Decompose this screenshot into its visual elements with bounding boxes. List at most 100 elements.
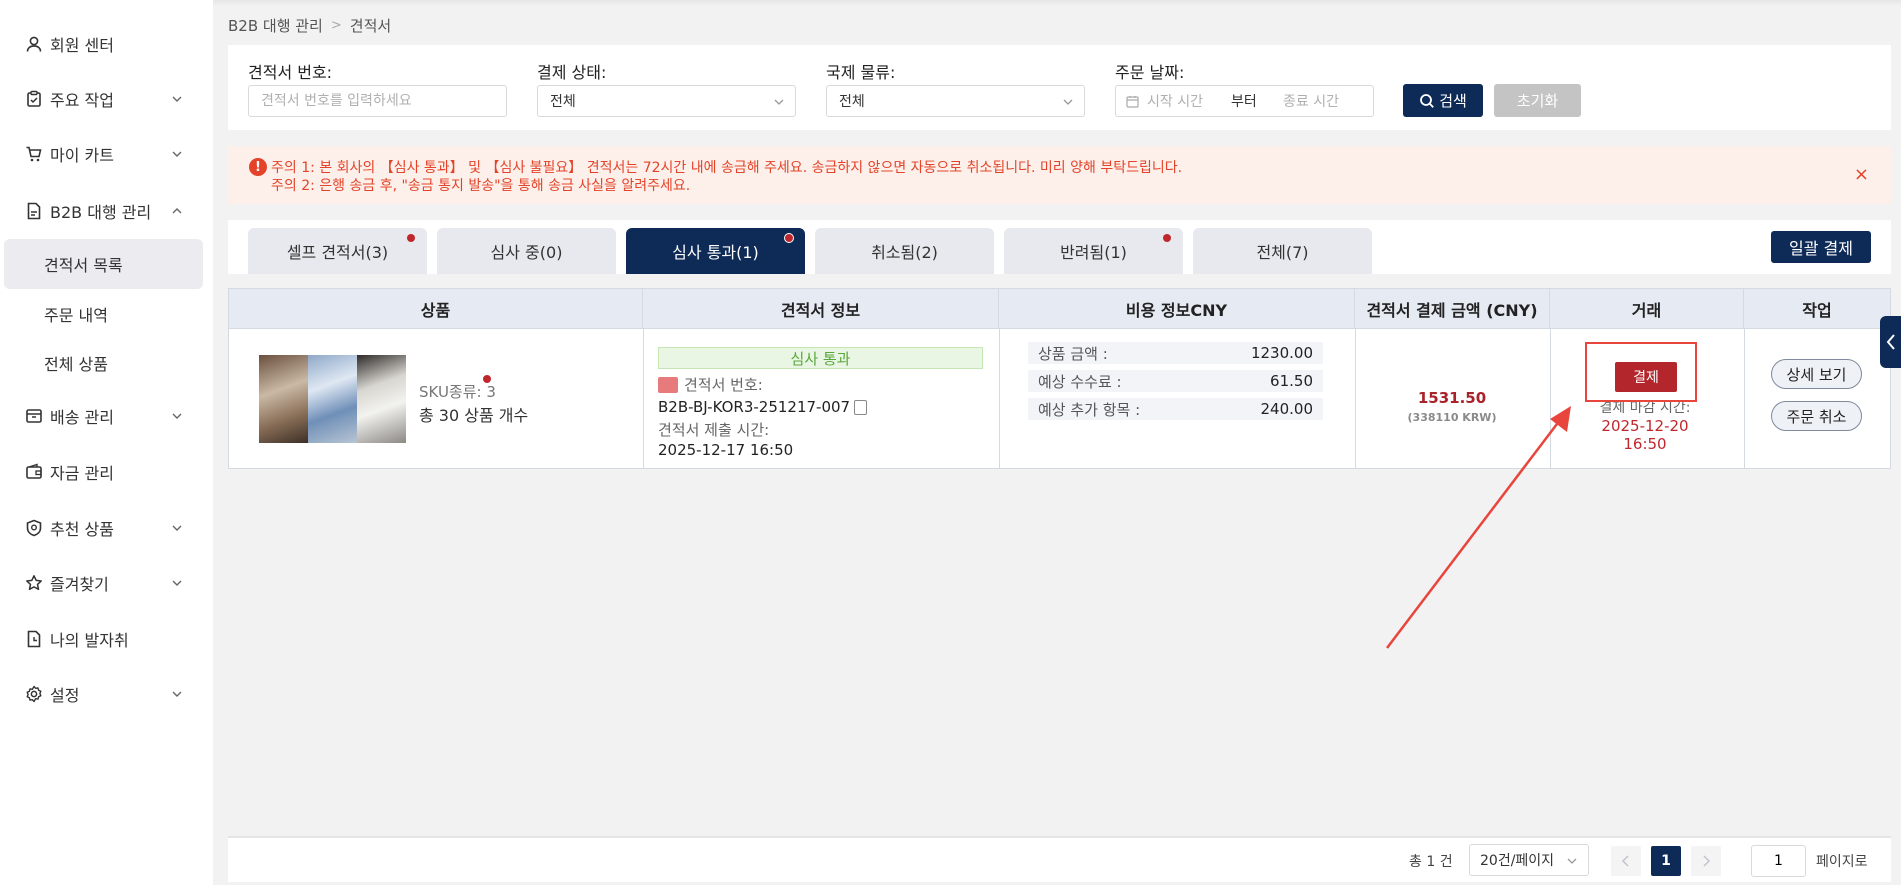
breadcrumb-parent[interactable]: B2B 대행 관리 [228, 15, 323, 36]
date-end-input[interactable]: 종료 시간 [1283, 91, 1339, 111]
next-page-button[interactable] [1691, 846, 1721, 876]
notice-line-2: 주의 2: 은행 송금 후, "송금 통지 발송"을 통해 송금 사실을 알려주… [271, 178, 691, 194]
page-size-select[interactable]: 20건/페이지 [1469, 844, 1589, 876]
chevron-down-icon [170, 92, 184, 106]
tab-all[interactable]: 전체(7) [1193, 228, 1372, 274]
chevron-down-icon [170, 576, 184, 590]
page-1-button[interactable]: 1 [1651, 846, 1681, 876]
tab-self-quote[interactable]: 셀프 견적서(3) [248, 228, 427, 274]
sidebar-item-funds[interactable]: 자금 관리 [0, 447, 213, 497]
page-jump-input[interactable] [1751, 845, 1806, 877]
sidebar-item-recommended[interactable]: 추천 상품 [0, 503, 213, 553]
sidebar-item-my-cart[interactable]: 마이 카트 [0, 129, 213, 179]
page-jump-label: 페이지로 [1816, 854, 1868, 870]
sku-count: SKU종류: 3 [419, 375, 496, 402]
batch-pay-button[interactable]: 일괄 결제 [1771, 231, 1871, 263]
top-shadow [213, 0, 1901, 6]
sidebar: 회원 센터 주요 작업 마이 카트 B2B 대행 관리 견적서 목록 주문 내역… [0, 0, 213, 885]
date-range-picker[interactable]: 시작 시간 부터 종료 시간 [1115, 85, 1374, 117]
payment-amount-krw: (338110 KRW) [1407, 411, 1497, 424]
chevron-down-icon [1566, 855, 1578, 867]
payment-deadline: 2025-12-20 16:50 [1601, 417, 1689, 453]
badge-icon [24, 518, 44, 538]
order-date-label: 주문 날짜: [1115, 63, 1185, 82]
panel-toggle-handle[interactable] [1880, 316, 1901, 368]
chevron-up-icon [170, 204, 184, 218]
notice-line-1: 주의 1: 본 회사의 【심사 통과】 및 【심사 불필요】 견적서는 72시간… [271, 160, 1183, 176]
chevron-down-icon [170, 409, 184, 423]
sidebar-item-main-tasks[interactable]: 주요 작업 [0, 74, 213, 124]
table-header: 상품 견적서 정보 비용 정보CNY 견적서 결제 금액 (CNY) 거래 작업 [229, 289, 1890, 329]
product-thumbnails[interactable] [259, 355, 406, 443]
chevron-down-icon [1062, 96, 1074, 108]
cart-icon [24, 144, 44, 164]
breadcrumb: B2B 대행 관리 > 견적서 [228, 15, 391, 36]
sidebar-subitem-quote-list[interactable]: 견적서 목록 [4, 239, 203, 289]
tab-under-review[interactable]: 심사 중(0) [437, 228, 616, 274]
sidebar-item-footprints[interactable]: 나의 발자취 [0, 614, 213, 664]
breadcrumb-separator: > [330, 18, 342, 33]
filter-panel: 견적서 번호: 결제 상태: 전체 국제 물류: 전체 주문 날짜: 시작 시간… [228, 45, 1891, 130]
header-product: 상품 [229, 289, 643, 329]
warning-icon: ! [249, 158, 267, 176]
tab-rejected[interactable]: 반려됨(1) [1004, 228, 1183, 274]
cost-service-fee: 예상 수수료 : 61.50 [1028, 370, 1323, 392]
logistics-label: 국제 물류: [826, 63, 896, 82]
column-divider [643, 329, 644, 469]
chevron-left-icon [1885, 333, 1897, 351]
submit-time-label: 견적서 제출 시간: [658, 421, 770, 439]
sidebar-subitem-order-history[interactable]: 주문 내역 [0, 289, 213, 339]
clipboard-icon [24, 89, 44, 109]
header-cost-info: 비용 정보CNY [999, 289, 1355, 329]
chevron-down-icon [170, 521, 184, 535]
logistics-select[interactable]: 전체 [826, 85, 1085, 117]
notification-dot [784, 233, 794, 243]
column-divider [1550, 329, 1551, 469]
notification-dot [407, 234, 415, 242]
sidebar-item-favorites[interactable]: 즐겨찾기 [0, 558, 213, 608]
search-icon [1419, 93, 1435, 109]
quote-no-label: 견적서 번호: [248, 63, 333, 82]
status-tabs: 셀프 견적서(3) 심사 중(0) 심사 통과(1) 취소됨(2) 반려됨(1)… [228, 220, 1891, 274]
sidebar-item-settings[interactable]: 설정 [0, 669, 213, 719]
tab-cancelled[interactable]: 취소됨(2) [815, 228, 994, 274]
tab-approved[interactable]: 심사 통과(1) [626, 228, 805, 274]
quote-table: 상품 견적서 정보 비용 정보CNY 견적서 결제 금액 (CNY) 거래 작업… [228, 288, 1891, 469]
history-icon [24, 629, 44, 649]
cancel-order-button[interactable]: 주문 취소 [1771, 401, 1862, 431]
sidebar-item-member-center[interactable]: 회원 센터 [0, 19, 213, 69]
breadcrumb-current: 견적서 [349, 17, 392, 35]
payment-status-label: 결제 상태: [537, 63, 607, 82]
notification-dot [483, 375, 491, 383]
sidebar-item-shipping[interactable]: 배송 관리 [0, 391, 213, 441]
chevron-down-icon [170, 687, 184, 701]
chevron-down-icon [773, 96, 785, 108]
copy-icon[interactable] [854, 399, 868, 415]
search-button[interactable]: 검색 [1403, 84, 1483, 117]
gear-icon [24, 684, 44, 704]
calendar-icon [1126, 95, 1139, 108]
reset-button[interactable]: 초기화 [1494, 84, 1581, 117]
prev-page-button[interactable] [1611, 846, 1641, 876]
chevron-down-icon [170, 147, 184, 161]
header-actions: 작업 [1802, 301, 1832, 320]
header-transaction: 거래 [1550, 289, 1744, 329]
box-icon [24, 406, 44, 426]
sidebar-subitem-all-products[interactable]: 전체 상품 [0, 338, 213, 388]
quote-number: B2B-BJ-KOR3-251217-007 [658, 398, 868, 416]
date-start-input[interactable]: 시작 시간 [1147, 91, 1231, 111]
payment-status-select[interactable]: 전체 [537, 85, 796, 117]
view-detail-button[interactable]: 상세 보기 [1771, 359, 1862, 389]
notification-dot [1163, 234, 1171, 242]
quote-no-row-label: 견적서 번호: [658, 374, 763, 395]
quote-no-input[interactable] [261, 93, 506, 109]
product-image [357, 355, 406, 443]
close-icon[interactable]: × [1854, 164, 1869, 185]
header-quote-info: 견적서 정보 [643, 289, 999, 329]
quote-icon [658, 376, 678, 393]
logistics-value: 전체 [839, 94, 865, 110]
status-badge: 심사 통과 [658, 347, 983, 369]
sidebar-item-b2b-management[interactable]: B2B 대행 관리 [0, 186, 213, 236]
quote-no-field[interactable] [248, 85, 507, 117]
payment-status-value: 전체 [550, 94, 576, 110]
